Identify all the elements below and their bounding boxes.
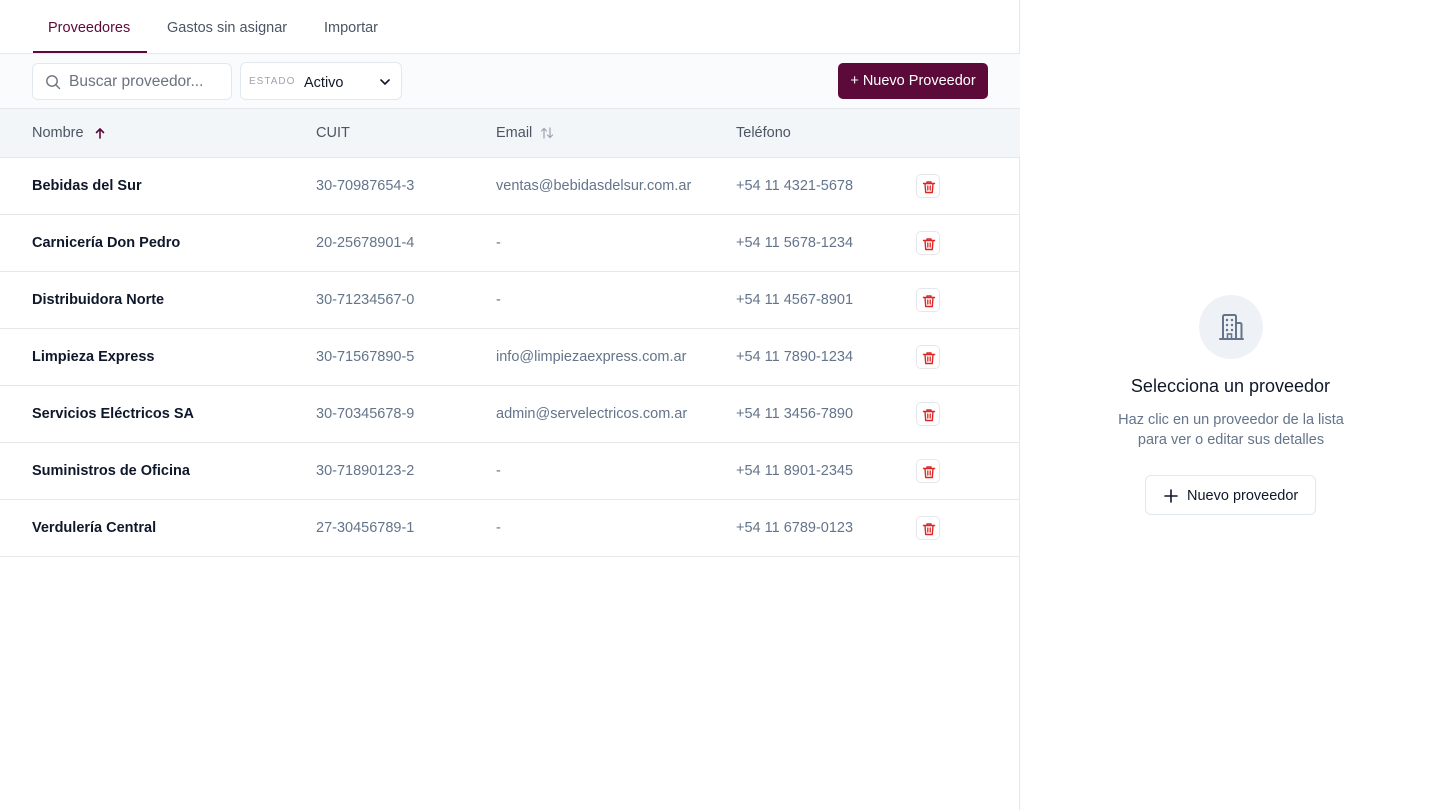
trash-icon [922,409,936,422]
supplier-email: - [496,235,501,251]
column-header-cuit[interactable]: CUIT [316,109,350,158]
toolbar: Buscar proveedor... ESTADO Activo + Nuev… [0,54,1020,109]
supplier-phone: +54 11 4321-5678 [736,178,854,194]
supplier-phone: +54 11 8901-2345 [736,463,854,479]
supplier-email: ventas@bebidasdelsur.com.ar [496,178,692,194]
delete-supplier-button[interactable] [916,231,940,255]
supplier-cuit: 30-70345678-9 [316,406,415,422]
supplier-name: Limpieza Express [32,349,155,365]
status-select-label: ESTADO [249,76,296,87]
trash-icon [922,295,936,308]
supplier-email: - [496,463,501,479]
supplier-name: Suministros de Oficina [32,463,190,479]
table-row[interactable]: Servicios Eléctricos SA 30-70345678-9 admi… [0,386,1020,443]
supplier-phone: +54 11 6789-0123 [736,520,854,536]
supplier-cuit: 27-30456789-1 [316,520,415,536]
delete-supplier-button[interactable] [916,345,940,369]
supplier-cuit: 20-25678901-4 [316,235,415,251]
trash-icon [922,352,936,365]
table-row[interactable]: Verdulería Central 27-30456789-1 - +54 11 6… [0,500,1020,557]
tab-importar[interactable]: Importar [324,0,378,54]
supplier-email: - [496,520,501,536]
supplier-cuit: 30-71567890-5 [316,349,415,365]
supplier-name: Verdulería Central [32,520,157,536]
column-header-telefono[interactable]: Teléfono [736,109,791,158]
delete-supplier-button[interactable] [916,459,940,483]
supplier-name: Distribuidora Norte [32,292,165,308]
supplier-list-panel: Proveedores Gastos sin asignar Importar … [0,0,1020,810]
supplier-detail-panel: Selecciona un proveedor Haz clic en un p… [1021,0,1440,810]
column-header-email[interactable]: Email [496,109,554,158]
trash-icon [922,523,936,536]
table-row[interactable]: Limpieza Express 30-71567890-5 info@limpie… [0,329,1020,386]
empty-state-description: Haz clic en un proveedor de la lista par… [1105,410,1357,450]
sort-icon [541,127,554,139]
search-placeholder: Buscar proveedor... [69,73,204,90]
delete-supplier-button[interactable] [916,288,940,312]
empty-state-icon-circle [1199,295,1263,359]
trash-icon [922,238,936,251]
active-tab-indicator [33,51,147,53]
supplier-phone: +54 11 5678-1234 [736,235,854,251]
supplier-cuit: 30-71890123-2 [316,463,415,479]
column-header-label: Email [496,125,533,141]
supplier-table-body: Bebidas del Sur 30-70987654-3 ventas@bebid… [0,158,1020,557]
tab-proveedores[interactable]: Proveedores [48,0,130,54]
new-supplier-button[interactable]: + Nuevo Proveedor [838,63,988,99]
tab-bar: Proveedores Gastos sin asignar Importar [0,0,1020,54]
table-row[interactable]: Suministros de Oficina 30-71890123-2 - +54 … [0,443,1020,500]
column-header-nombre[interactable]: Nombre [32,109,106,158]
empty-state-description-line: para ver o editar sus detalles [1137,432,1325,448]
trash-icon [922,466,936,479]
column-header-label: Nombre [32,125,84,141]
supplier-phone: +54 11 7890-1234 [736,349,854,365]
search-icon [46,75,61,90]
table-header: Nombre CUIT Email Teléfono [0,109,1020,158]
supplier-phone: +54 11 4567-8901 [736,292,854,308]
supplier-cuit: 30-70987654-3 [316,178,415,194]
status-select[interactable]: ESTADO Activo [240,62,402,100]
status-select-value: Activo [304,75,344,91]
new-supplier-outline-button[interactable]: Nuevo proveedor [1145,475,1316,515]
supplier-email: - [496,292,501,308]
trash-icon [922,181,936,194]
table-row[interactable]: Carnicería Don Pedro 20-25678901-4 - +54 11… [0,215,1020,272]
chevron-down-icon [380,79,390,85]
supplier-name: Servicios Eléctricos SA [32,406,194,422]
table-row[interactable]: Bebidas del Sur 30-70987654-3 ventas@bebid… [0,158,1020,215]
empty-state-description-line: Haz clic en un proveedor de la lista [1118,412,1344,428]
supplier-email: admin@servelectricos.com.ar [496,406,688,422]
empty-state-title: Selecciona un proveedor [1130,376,1331,396]
building-icon [1219,314,1244,340]
supplier-name: Bebidas del Sur [32,178,142,194]
delete-supplier-button[interactable] [916,402,940,426]
table-row[interactable]: Distribuidora Norte 30-71234567-0 - +54 11 … [0,272,1020,329]
supplier-email: info@limpiezaexpress.com.ar [496,349,687,365]
search-input[interactable]: Buscar proveedor... [32,63,232,100]
delete-supplier-button[interactable] [916,516,940,540]
new-supplier-outline-button-label: Nuevo proveedor [1187,488,1299,504]
delete-supplier-button[interactable] [916,174,940,198]
plus-icon [1164,489,1178,503]
supplier-phone: +54 11 3456-7890 [736,406,854,422]
supplier-cuit: 30-71234567-0 [316,292,415,308]
tab-gastos-sin-asignar[interactable]: Gastos sin asignar [167,0,287,54]
supplier-name: Carnicería Don Pedro [32,235,181,251]
sort-ascending-icon [95,128,104,139]
